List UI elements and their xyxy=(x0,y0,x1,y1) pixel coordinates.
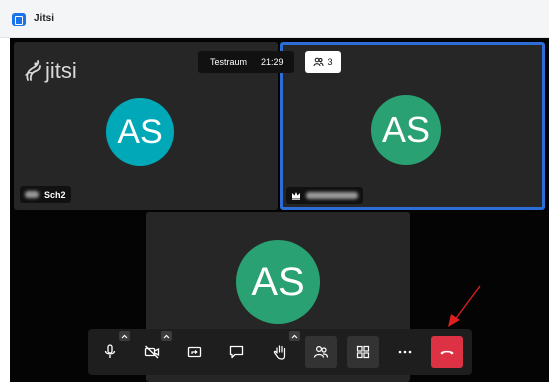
annotation-arrow xyxy=(448,285,481,327)
chevron-up-icon xyxy=(121,334,128,338)
camera-off-icon xyxy=(144,345,160,359)
participants-icon xyxy=(313,345,329,358)
room-info: Testraum 21:29 xyxy=(198,51,294,73)
microphone-icon xyxy=(104,344,116,358)
participant-avatar-3: AS xyxy=(236,240,320,324)
more-icon xyxy=(398,350,412,354)
window-title: Jitsi xyxy=(34,13,55,24)
participants-button[interactable] xyxy=(305,336,337,368)
participant-name-1: Sch2 xyxy=(44,189,66,200)
screen-share-button[interactable] xyxy=(178,336,210,368)
microphone-menu-caret[interactable] xyxy=(119,331,130,341)
video-camera-icon xyxy=(12,13,26,26)
moderator-crown-icon xyxy=(292,192,300,200)
participant-name-label-1: Sch2 xyxy=(20,186,71,203)
jitsi-logo: jitsi xyxy=(24,58,77,84)
participant-count-badge[interactable]: 3 xyxy=(305,51,341,73)
chat-icon xyxy=(229,345,243,359)
tile-view-icon xyxy=(356,345,370,359)
room-name: Testraum xyxy=(210,57,248,67)
screen-share-icon xyxy=(187,346,201,357)
window-titlebar: Jitsi xyxy=(0,0,549,38)
hangup-button[interactable] xyxy=(431,336,463,368)
participant-avatar-1: AS xyxy=(106,98,174,166)
meeting-toolbar xyxy=(88,329,472,375)
redacted-text xyxy=(25,191,39,198)
participant-avatar-2: AS xyxy=(371,95,441,165)
participant-name-label-2 xyxy=(286,187,363,204)
tile-view-button[interactable] xyxy=(347,336,379,368)
raise-hand-icon xyxy=(273,345,285,360)
chevron-up-icon xyxy=(163,334,170,338)
avatar-initials: AS xyxy=(381,109,431,150)
more-options-button[interactable] xyxy=(389,336,421,368)
chat-button[interactable] xyxy=(220,336,252,368)
participant-count: 3 xyxy=(327,57,333,67)
chevron-up-icon xyxy=(291,334,298,338)
meeting-timer: 21:29 xyxy=(261,57,284,67)
camera-menu-caret[interactable] xyxy=(161,331,172,341)
avatar-initials: AS xyxy=(117,112,163,151)
participants-icon xyxy=(313,57,324,67)
jitsi-logo-icon xyxy=(25,60,41,81)
raise-hand-menu-caret[interactable] xyxy=(289,331,300,341)
redacted-text xyxy=(306,192,358,199)
jitsi-logo-text: jitsi xyxy=(45,58,77,83)
avatar-initials: AS xyxy=(251,259,305,304)
hangup-icon xyxy=(440,350,454,355)
